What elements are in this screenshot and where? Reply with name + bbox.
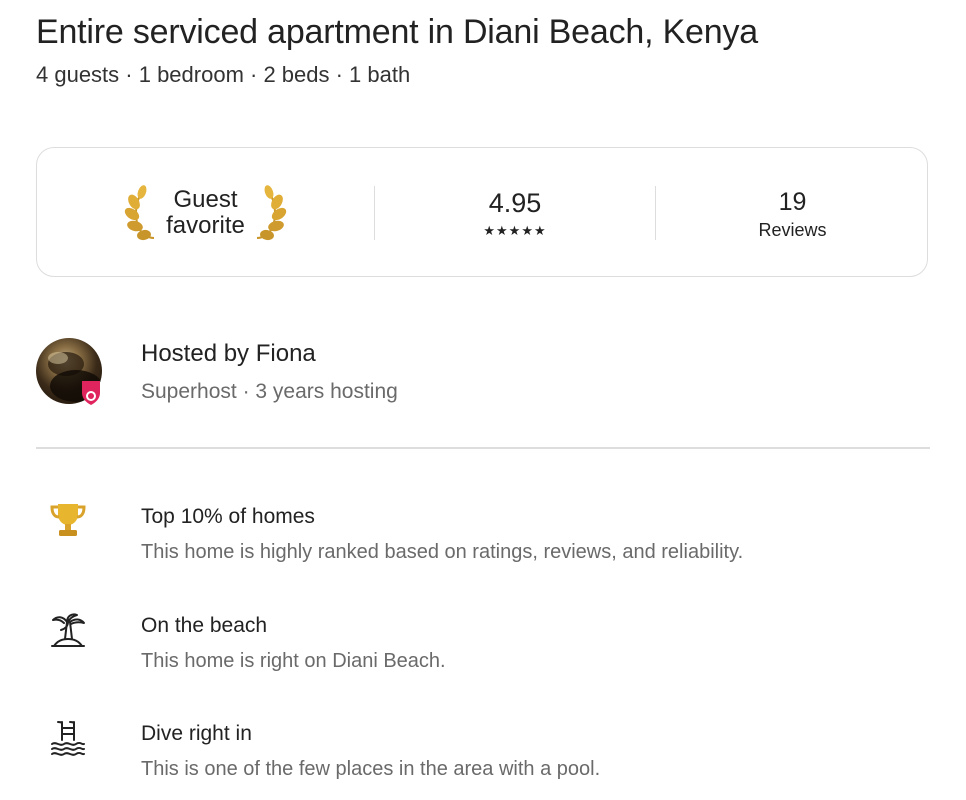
listing-summary: 4 guests · 1 bedroom · 2 beds · 1 bath <box>36 62 411 87</box>
feature-title: On the beach <box>141 614 268 637</box>
guest-favorite-line1: Guest <box>173 186 238 213</box>
feature-description: This is one of the few places in the are… <box>141 758 601 780</box>
feature-description: This home is highly ranked based on rati… <box>141 541 744 563</box>
superhost-badge-icon <box>82 381 100 405</box>
guest-favorite-label: Guest favorite <box>166 187 245 239</box>
host-name[interactable]: Hosted by Fiona <box>141 340 316 368</box>
reviews-label: Reviews <box>758 219 827 240</box>
trophy-icon <box>50 504 86 536</box>
rating-value: 4.95 <box>488 188 542 218</box>
palm-tree-beach-icon <box>51 613 85 647</box>
guest-favorite-line2: favorite <box>166 212 245 239</box>
guest-favorite-card[interactable]: Guest favorite 4.95 ★★★★★ 19 Reviews <box>36 147 928 277</box>
laurel-right-icon <box>256 185 286 241</box>
feature-title: Dive right in <box>141 722 252 745</box>
listing-title: Entire serviced apartment in Diani Beach… <box>36 13 758 51</box>
rating-summary: 4.95 ★★★★★ <box>375 148 655 278</box>
rating-stars-icon: ★★★★★ <box>483 223 547 238</box>
laurel-left-icon <box>124 185 155 241</box>
pool-icon <box>51 721 85 756</box>
feature-title: Top 10% of homes <box>141 505 315 528</box>
guest-favorite-badge: Guest favorite <box>37 148 374 278</box>
reviews-summary[interactable]: 19 Reviews <box>656 148 929 278</box>
feature-description: This home is right on Diani Beach. <box>141 650 446 672</box>
host-details: Superhost · 3 years hosting <box>141 380 398 403</box>
reviews-count: 19 <box>778 187 807 216</box>
section-divider <box>36 447 930 449</box>
